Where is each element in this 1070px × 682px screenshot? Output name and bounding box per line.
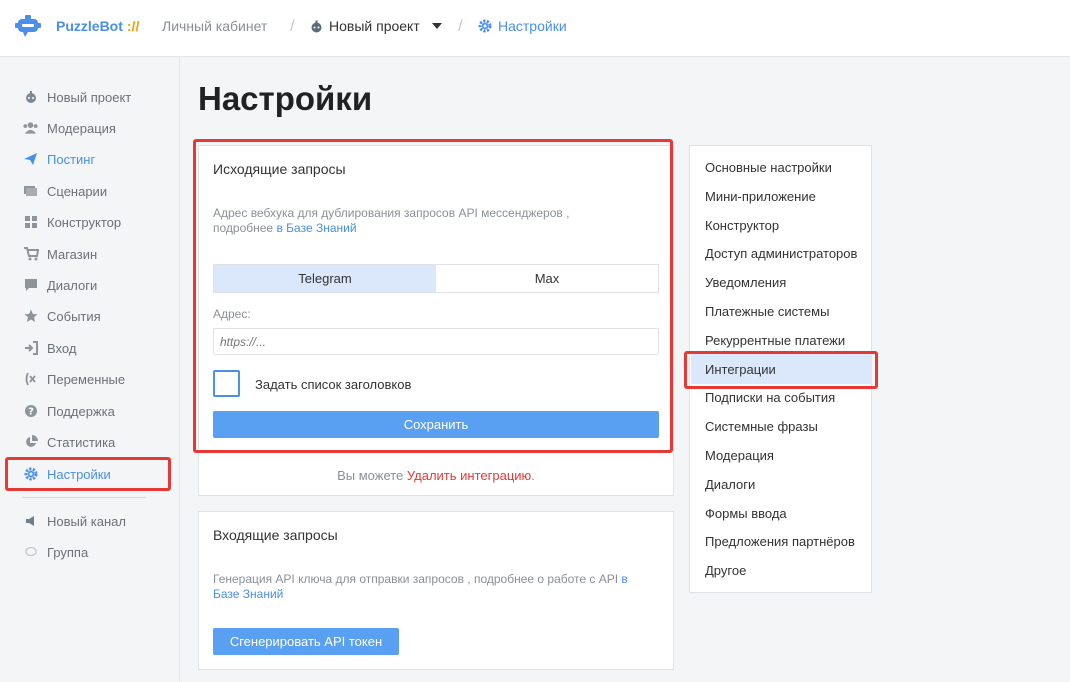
gear-icon bbox=[478, 19, 492, 33]
pie-chart-icon bbox=[22, 434, 39, 450]
delete-integration-note: Вы можете Удалить интеграцию. bbox=[337, 468, 535, 483]
generate-api-token-button[interactable]: Сгенерировать API токен bbox=[213, 628, 399, 655]
breadcrumb-project-dropdown[interactable]: Новый проект bbox=[310, 18, 442, 34]
variable-icon bbox=[22, 371, 39, 387]
highlight-integrations-menu-item bbox=[684, 351, 878, 389]
menu-item-other[interactable]: Другое bbox=[705, 563, 746, 581]
bot-icon bbox=[22, 89, 39, 105]
sidebar-item-shop[interactable]: Магазин bbox=[22, 244, 97, 264]
sidebar-item-label: Новый канал bbox=[47, 513, 126, 529]
sidebar-item-scenarios[interactable]: Сценарии bbox=[22, 181, 107, 201]
sidebar-item-events[interactable]: События bbox=[22, 306, 101, 326]
menu-item-recurring-payments[interactable]: Рекуррентные платежи bbox=[705, 333, 845, 351]
menu-item-basic[interactable]: Основные настройки bbox=[705, 160, 832, 178]
knowledge-base-link[interactable]: в bbox=[621, 572, 627, 586]
sign-in-icon bbox=[22, 340, 39, 356]
menu-item-moderation[interactable]: Модерация bbox=[705, 448, 774, 466]
sidebar-item-label: Поддержка bbox=[47, 403, 115, 419]
sidebar-item-label: Вход bbox=[47, 340, 77, 356]
caret-down-icon bbox=[431, 23, 442, 29]
puzzlebot-logo-icon[interactable] bbox=[15, 13, 41, 39]
sidebar-item-label: Модерация bbox=[47, 120, 116, 136]
question-icon: ? bbox=[22, 403, 39, 419]
menu-item-partner-offers[interactable]: Предложения партнёров bbox=[705, 534, 855, 552]
sidebar-item-label: Постинг bbox=[47, 151, 96, 167]
sidebar-item-new-channel[interactable]: Новый канал bbox=[22, 511, 126, 531]
users-icon bbox=[22, 120, 39, 136]
cart-icon bbox=[22, 246, 39, 262]
grid-icon bbox=[22, 214, 39, 230]
sidebar-item-statistics[interactable]: Статистика bbox=[22, 432, 115, 452]
sidebar-item-label: Новый проект bbox=[47, 89, 132, 105]
menu-item-notifications[interactable]: Уведомления bbox=[705, 275, 786, 293]
sidebar-item-label: Конструктор bbox=[47, 214, 122, 230]
knowledge-base-link[interactable]: Базе Знаний bbox=[213, 587, 283, 601]
breadcrumb-separator: / bbox=[458, 16, 463, 35]
breadcrumb-settings-label: Настройки bbox=[498, 18, 567, 34]
sidebar-item-new-project[interactable]: Новый проект bbox=[22, 87, 131, 107]
menu-item-admin-access[interactable]: Доступ администраторов bbox=[705, 246, 857, 264]
sidebar-item-login[interactable]: Вход bbox=[22, 338, 76, 358]
megaphone-icon bbox=[22, 513, 39, 529]
sidebar-item-group[interactable]: Группа bbox=[22, 542, 88, 562]
layers-icon bbox=[22, 183, 39, 199]
top-bar: PuzzleBot:// Личный кабинет / Новый прое… bbox=[0, 0, 1070, 57]
sidebar-item-support[interactable]: ? Поддержка bbox=[22, 401, 115, 421]
menu-item-payment-systems[interactable]: Платежные системы bbox=[705, 304, 829, 322]
chat-bubble-icon bbox=[22, 544, 39, 560]
menu-item-system-phrases[interactable]: Системные фразы bbox=[705, 419, 818, 437]
page-title: Настройки bbox=[198, 80, 373, 117]
sidebar-item-label: Переменные bbox=[47, 371, 126, 387]
sidebar-item-moderation[interactable]: Модерация bbox=[22, 118, 116, 138]
sidebar-item-label: Магазин bbox=[47, 246, 98, 262]
bot-icon bbox=[311, 20, 322, 32]
sidebar-item-dialogs[interactable]: Диалоги bbox=[22, 275, 97, 295]
sidebar-divider bbox=[22, 497, 146, 498]
sidebar-item-constructor[interactable]: Конструктор bbox=[22, 212, 121, 232]
menu-item-mini-app[interactable]: Мини-приложение bbox=[705, 189, 816, 207]
menu-item-dialogs[interactable]: Диалоги bbox=[705, 477, 755, 495]
paper-plane-icon bbox=[22, 151, 39, 167]
sidebar-item-label: События bbox=[47, 308, 101, 324]
highlight-outgoing-panel bbox=[193, 139, 673, 453]
sidebar-item-label: Сценарии bbox=[47, 183, 108, 199]
chat-icon bbox=[22, 277, 39, 293]
sidebar-item-label: Статистика bbox=[47, 434, 116, 450]
sidebar: Новый проект Модерация Постинг Сценарии … bbox=[0, 57, 180, 682]
breadcrumb-cabinet[interactable]: Личный кабинет bbox=[162, 18, 267, 34]
menu-item-constructor[interactable]: Конструктор bbox=[705, 218, 779, 236]
incoming-title: Входящие запросы bbox=[213, 527, 338, 543]
breadcrumb-project-label: Новый проект bbox=[329, 18, 420, 34]
menu-item-event-subscriptions[interactable]: Подписки на события bbox=[705, 390, 835, 408]
highlight-settings-sidebar bbox=[5, 457, 171, 491]
brand-name[interactable]: PuzzleBot:// bbox=[56, 18, 139, 34]
menu-item-input-forms[interactable]: Формы ввода bbox=[705, 506, 787, 524]
incoming-description: Генерация API ключа для отправки запросо… bbox=[213, 572, 628, 601]
star-icon bbox=[22, 308, 39, 324]
sidebar-item-posting[interactable]: Постинг bbox=[22, 149, 95, 169]
sidebar-item-label: Диалоги bbox=[47, 277, 98, 293]
breadcrumb-separator: / bbox=[290, 16, 295, 35]
incoming-requests-panel: Входящие запросы Генерация API ключа для… bbox=[198, 511, 674, 670]
sidebar-item-variables[interactable]: Переменные bbox=[22, 369, 125, 389]
svg-text:?: ? bbox=[28, 407, 34, 418]
delete-integration-link[interactable]: Удалить интеграцию bbox=[407, 468, 531, 483]
sidebar-item-label: Группа bbox=[47, 544, 89, 560]
breadcrumb-settings[interactable]: Настройки bbox=[478, 18, 567, 34]
